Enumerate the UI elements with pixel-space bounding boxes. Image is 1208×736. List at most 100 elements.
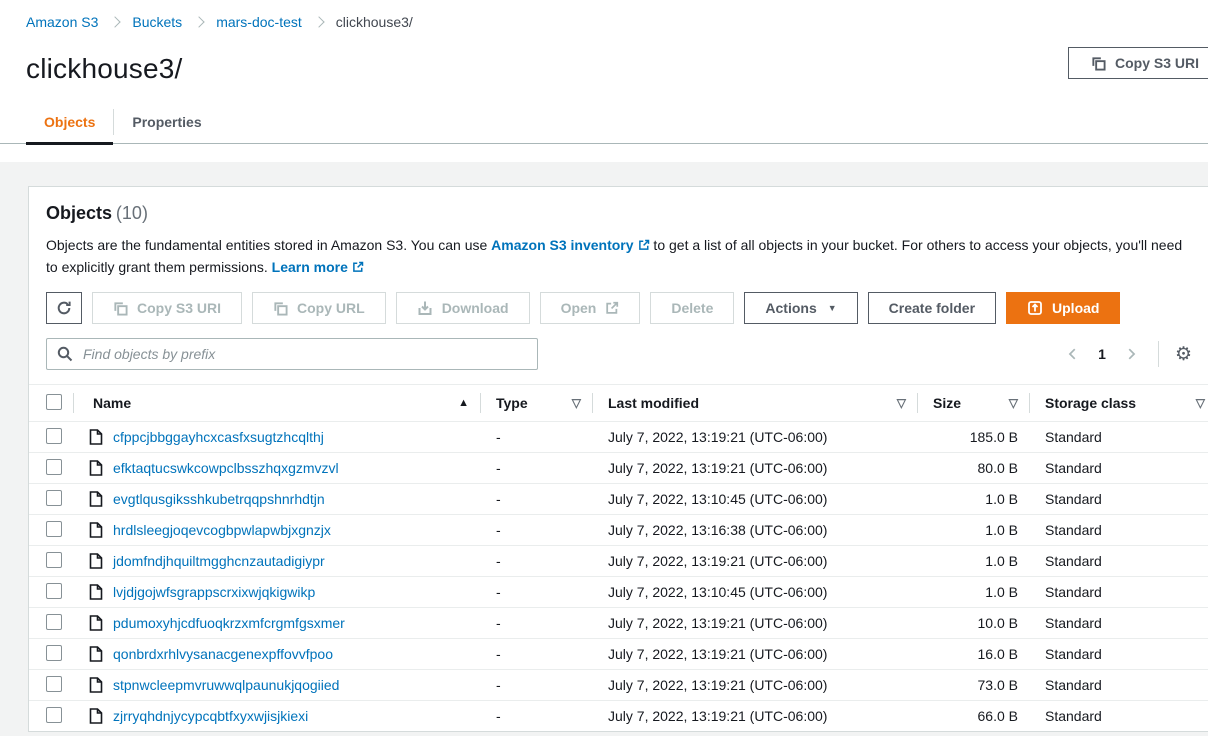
select-all-header[interactable] xyxy=(29,385,74,422)
column-header-type[interactable]: Type▽ xyxy=(481,385,593,422)
open-button[interactable]: Open xyxy=(540,292,641,324)
column-header-size[interactable]: Size▽ xyxy=(918,385,1030,422)
gear-icon: ⚙ xyxy=(1175,344,1192,365)
table-row: pdumoxyhjcdfuoqkrzxmfcrgmfgsxmer - July … xyxy=(29,608,1208,639)
object-name-link[interactable]: cfppcjbbggayhcxcasfxsugtzhcqlthj xyxy=(113,429,324,445)
object-name-link[interactable]: pdumoxyhjcdfuoqkrzxmfcrgmfgsxmer xyxy=(113,615,345,631)
file-icon xyxy=(89,708,103,724)
row-checkbox[interactable] xyxy=(46,521,62,537)
learn-more-link[interactable]: Learn more xyxy=(272,259,348,275)
upload-button[interactable]: Upload xyxy=(1006,292,1120,324)
object-storage-class: Standard xyxy=(1030,484,1208,515)
object-last-modified: July 7, 2022, 13:10:45 (UTC-06:00) xyxy=(593,484,918,515)
object-last-modified: July 7, 2022, 13:19:21 (UTC-06:00) xyxy=(593,701,918,732)
object-name-link[interactable]: lvjdjgojwfsgrappscrxixwjqkigwikp xyxy=(113,584,315,600)
object-last-modified: July 7, 2022, 13:19:21 (UTC-06:00) xyxy=(593,670,918,701)
previous-page-button[interactable] xyxy=(1062,343,1084,365)
search-input[interactable] xyxy=(81,345,527,363)
object-name-link[interactable]: zjrryqhdnjycypcqbtfxyxwjisjkiexi xyxy=(113,708,308,724)
copy-icon xyxy=(113,301,128,316)
object-name-cell: pdumoxyhjcdfuoqkrzxmfcrgmfgsxmer xyxy=(74,608,481,639)
column-header-storage-class[interactable]: Storage class▽ xyxy=(1030,385,1208,422)
row-checkbox[interactable] xyxy=(46,490,62,506)
upload-icon xyxy=(1027,300,1043,316)
object-name-link[interactable]: evgtlqusgiksshkubetrqqpshnrhdtjn xyxy=(113,491,325,507)
object-size: 10.0 B xyxy=(918,608,1030,639)
open-label: Open xyxy=(561,300,597,316)
row-checkbox[interactable] xyxy=(46,707,62,723)
row-select-cell xyxy=(29,639,74,670)
objects-description: Objects are the fundamental entities sto… xyxy=(46,235,1186,279)
breadcrumb-buckets[interactable]: Buckets xyxy=(132,14,182,30)
table-row: jdomfndjhquiltmgghcnzautadigiypr - July … xyxy=(29,546,1208,577)
object-type: - xyxy=(481,670,593,701)
object-name-link[interactable]: efktaqtucswkcowpclbsszhqxgzmvzvl xyxy=(113,460,339,476)
object-storage-class: Standard xyxy=(1030,577,1208,608)
refresh-button[interactable] xyxy=(46,292,82,324)
table-row: stpnwcleepmvruwwqlpaunukjqogiied - July … xyxy=(29,670,1208,701)
objects-table-body: cfppcjbbggayhcxcasfxsugtzhcqlthj - July … xyxy=(29,422,1208,732)
tab-properties[interactable]: Properties xyxy=(114,101,219,145)
copy-icon xyxy=(1091,56,1106,71)
title-row: clickhouse3/ xyxy=(26,51,1182,87)
search-row: 1 ⚙ xyxy=(29,338,1208,370)
copy-s3-uri-header-button[interactable]: Copy S3 URI xyxy=(1068,47,1208,79)
object-storage-class: Standard xyxy=(1030,639,1208,670)
column-header-last-modified[interactable]: Last modified▽ xyxy=(593,385,918,422)
breadcrumb-amazon-s3[interactable]: Amazon S3 xyxy=(26,14,98,30)
sort-ascending-icon: ▲ xyxy=(458,397,469,409)
row-checkbox[interactable] xyxy=(46,645,62,661)
object-name-link[interactable]: jdomfndjhquiltmgghcnzautadigiypr xyxy=(113,553,325,569)
objects-table: Name▲ Type▽ Last modified▽ Size▽ Storage xyxy=(29,384,1208,731)
chevron-right-icon xyxy=(313,16,324,27)
delete-button[interactable]: Delete xyxy=(650,292,734,324)
chevron-right-icon xyxy=(1124,347,1138,361)
copy-url-button[interactable]: Copy URL xyxy=(252,292,386,324)
actions-dropdown-button[interactable]: Actions ▼ xyxy=(744,292,857,324)
breadcrumb-bucket-name[interactable]: mars-doc-test xyxy=(216,14,302,30)
row-checkbox[interactable] xyxy=(46,583,62,599)
object-name-link[interactable]: stpnwcleepmvruwwqlpaunukjqogiied xyxy=(113,677,339,693)
object-type: - xyxy=(481,546,593,577)
preferences-gear-button[interactable]: ⚙ xyxy=(1175,345,1192,364)
object-storage-class: Standard xyxy=(1030,453,1208,484)
column-label-size: Size xyxy=(933,395,961,411)
object-name-link[interactable]: hrdlsleegjoqevcogbpwlapwbjxgnzjx xyxy=(113,522,331,538)
chevron-right-icon xyxy=(110,16,121,27)
next-page-button[interactable] xyxy=(1120,343,1142,365)
pagination-divider xyxy=(1158,341,1159,367)
object-size: 1.0 B xyxy=(918,515,1030,546)
column-label-type: Type xyxy=(496,395,528,411)
row-checkbox[interactable] xyxy=(46,614,62,630)
object-size: 1.0 B xyxy=(918,484,1030,515)
select-all-checkbox[interactable] xyxy=(46,394,62,410)
object-name-cell: evgtlqusgiksshkubetrqqpshnrhdtjn xyxy=(74,484,481,515)
object-size: 80.0 B xyxy=(918,453,1030,484)
row-select-cell xyxy=(29,546,74,577)
object-name-cell: stpnwcleepmvruwwqlpaunukjqogiied xyxy=(74,670,481,701)
object-type: - xyxy=(481,515,593,546)
table-row: lvjdjgojwfsgrappscrxixwjqkigwikp - July … xyxy=(29,577,1208,608)
amazon-s3-inventory-link[interactable]: Amazon S3 inventory xyxy=(491,237,633,253)
object-name-cell: cfppcjbbggayhcxcasfxsugtzhcqlthj xyxy=(74,422,481,453)
row-checkbox[interactable] xyxy=(46,459,62,475)
object-type: - xyxy=(481,701,593,732)
file-icon xyxy=(89,584,103,600)
external-link-icon xyxy=(605,301,619,315)
row-checkbox[interactable] xyxy=(46,552,62,568)
create-folder-button[interactable]: Create folder xyxy=(868,292,996,324)
object-storage-class: Standard xyxy=(1030,608,1208,639)
object-size: 16.0 B xyxy=(918,639,1030,670)
tab-objects[interactable]: Objects xyxy=(26,101,113,145)
current-page-button[interactable]: 1 xyxy=(1090,346,1114,362)
copy-s3-uri-button[interactable]: Copy S3 URI xyxy=(92,292,242,324)
row-checkbox[interactable] xyxy=(46,676,62,692)
actions-label: Actions xyxy=(765,300,816,316)
column-label-last-modified: Last modified xyxy=(608,395,699,411)
download-button[interactable]: Download xyxy=(396,292,530,324)
object-name-link[interactable]: qonbrdxrhlvysanacgenexpffovvfpoo xyxy=(113,646,333,662)
objects-count: (10) xyxy=(116,203,148,223)
row-checkbox[interactable] xyxy=(46,428,62,444)
object-size: 185.0 B xyxy=(918,422,1030,453)
column-header-name[interactable]: Name▲ xyxy=(74,385,481,422)
